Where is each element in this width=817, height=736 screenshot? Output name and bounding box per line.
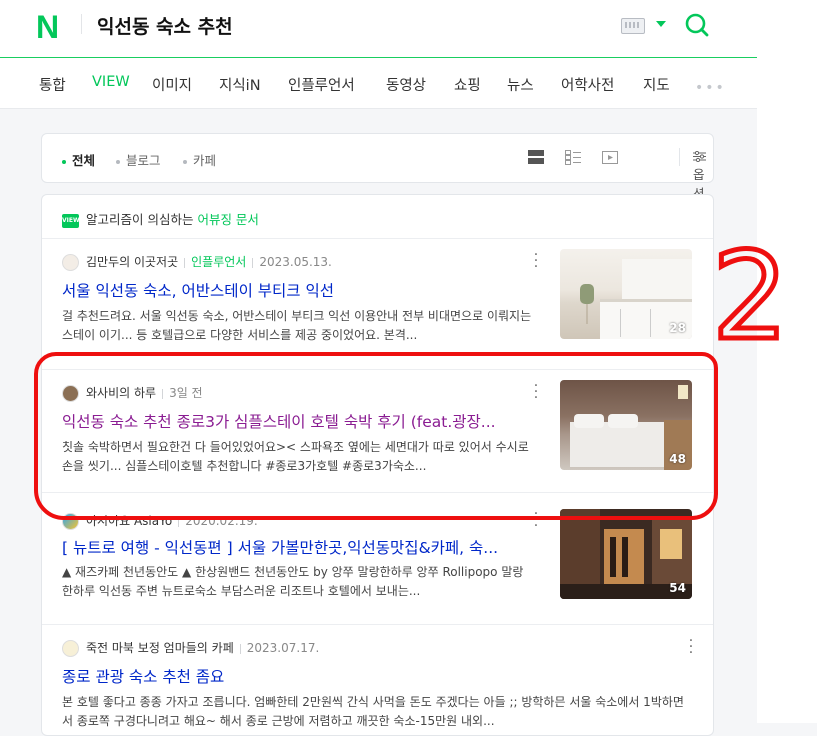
tab-images[interactable]: 이미지 xyxy=(152,74,192,95)
search-input[interactable]: 익선동 숙소 추천 xyxy=(97,12,233,39)
result-meta: 아시아요 AsiaYo 2020.02.19. xyxy=(62,512,258,530)
post-date: 2023.05.13. xyxy=(259,255,332,269)
result-meta: 김만두의 이곳저곳 인플루언서 2023.05.13. xyxy=(62,253,332,271)
naver-logo[interactable]: N xyxy=(36,9,59,46)
tab-shopping[interactable]: 쇼핑 xyxy=(454,74,481,95)
abuse-notice: VIEW 알고리즘이 의심하는 어뷰징 문서 xyxy=(62,212,259,228)
sliders-icon xyxy=(693,150,706,163)
options-divider xyxy=(679,148,680,166)
video-view-icon[interactable] xyxy=(602,150,618,165)
result-thumbnail[interactable]: 28 xyxy=(560,249,692,339)
result-title[interactable]: [ 뉴트로 여행 - 익선동편 ] 서울 가볼만한곳,익선동맛집&카페, 숙..… xyxy=(62,536,532,558)
result-title[interactable]: 종로 관광 숙소 추천 좀요 xyxy=(62,665,532,687)
search-tabs: 통합 VIEW 이미지 지식iN 인플루언서 동영상 쇼핑 뉴스 어학사전 지도… xyxy=(0,58,757,108)
view-results-card: VIEW 알고리즘이 의심하는 어뷰징 문서 김만두의 이곳저곳 인플루언서 2023… xyxy=(41,194,714,736)
result-thumbnail[interactable]: 48 xyxy=(560,380,692,470)
tab-news[interactable]: 뉴스 xyxy=(507,74,534,95)
meta-divider xyxy=(239,643,241,654)
avatar[interactable] xyxy=(62,640,79,657)
meta-divider xyxy=(184,257,186,268)
post-date: 2020.02.19. xyxy=(185,514,258,528)
filter-cafe[interactable]: 카페 xyxy=(183,150,216,169)
more-options-icon[interactable]: · · · xyxy=(687,634,695,660)
filter-all[interactable]: 전체 xyxy=(62,150,95,169)
photo-count: 54 xyxy=(669,581,686,595)
result-meta: 와사비의 하루 3일 전 xyxy=(62,384,203,402)
tab-integrated[interactable]: 통합 xyxy=(39,74,66,95)
meta-divider xyxy=(178,516,180,527)
bullet-icon xyxy=(116,159,120,164)
tab-dictionary[interactable]: 어학사전 xyxy=(561,74,614,95)
meta-divider xyxy=(252,257,254,268)
result-item: 김만두의 이곳저곳 인플루언서 2023.05.13. · · · 서울 익선동 숙소,… xyxy=(42,239,713,369)
influencer-badge[interactable]: 인플루언서 xyxy=(191,255,246,269)
search-header: N 익선동 숙소 추천 통합 VIEW 이미지 지식iN 인플루언서 동영상 쇼… xyxy=(0,0,757,108)
result-item: 와사비의 하루 3일 전 · · · 익선동 숙소 추천 종로3가 심플스테이 호텔 … xyxy=(42,370,713,500)
logo-divider xyxy=(81,14,82,34)
photo-count: 28 xyxy=(669,321,686,335)
avatar[interactable] xyxy=(62,385,79,402)
view-filter-bar: 전체 블로그 카페 옵션 xyxy=(41,133,714,201)
search-bar: N 익선동 숙소 추천 xyxy=(0,0,757,58)
photo-count: 48 xyxy=(669,452,686,466)
caret-down-icon[interactable] xyxy=(656,21,666,27)
author-name[interactable]: 김만두의 이곳저곳 xyxy=(86,255,178,269)
result-title[interactable]: 익선동 숙소 추천 종로3가 심플스테이 호텔 숙박 후기 (feat.광장..… xyxy=(62,410,532,432)
result-snippet[interactable]: 칫솔 숙박하면서 필요한건 다 들어있었어요>< 스파욕조 옆에는 세면대가 따… xyxy=(62,438,534,476)
bullet-icon xyxy=(62,159,66,164)
result-item: 아시아요 AsiaYo 2020.02.19. · · · [ 뉴트로 여행 - 익선… xyxy=(42,493,713,623)
keyboard-icon[interactable] xyxy=(621,18,645,34)
post-date: 3일 전 xyxy=(169,386,203,400)
avatar[interactable] xyxy=(62,513,79,530)
result-snippet[interactable]: 본 호텔 좋다고 종종 가자고 조릅니다. 엄빠한테 2만원씩 간식 사먹을 돈… xyxy=(62,693,692,731)
list-view-icon[interactable] xyxy=(528,150,544,165)
tab-map[interactable]: 지도 xyxy=(643,74,670,95)
view-badge: VIEW xyxy=(62,213,80,228)
bullet-icon xyxy=(183,159,187,164)
more-tabs-icon[interactable]: ••• xyxy=(695,80,726,96)
tab-knowledge-in[interactable]: 지식iN xyxy=(219,74,261,95)
author-name[interactable]: 와사비의 하루 xyxy=(86,386,156,400)
tab-video[interactable]: 동영상 xyxy=(386,74,426,95)
filter-blog[interactable]: 블로그 xyxy=(116,150,161,169)
meta-divider xyxy=(162,388,164,399)
more-options-icon[interactable]: · · · xyxy=(532,248,540,274)
author-name[interactable]: 죽전 마북 보정 엄마들의 카페 xyxy=(86,641,234,655)
result-title[interactable]: 서울 익선동 숙소, 어반스테이 부티크 익선 xyxy=(62,279,532,301)
tab-influencer[interactable]: 인플루언서 xyxy=(288,74,355,95)
post-date: 2023.07.17. xyxy=(246,641,320,655)
result-snippet[interactable]: ▲ 재즈카페 천년동안도 ▲ 한상원밴드 천년동안도 by 앙쭈 말랑한하루 앙… xyxy=(62,563,534,601)
avatar[interactable] xyxy=(62,254,79,271)
search-icon[interactable] xyxy=(684,12,710,38)
more-options-icon[interactable]: · · · xyxy=(532,379,540,405)
result-snippet[interactable]: 걸 추천드려요. 서울 익선동 숙소, 어반스테이 부티크 익선 이용안내 전부… xyxy=(62,307,534,345)
tab-view[interactable]: VIEW xyxy=(92,74,130,90)
abuse-doc-link[interactable]: 어뷰징 문서 xyxy=(197,212,258,227)
header-shadow xyxy=(0,108,757,109)
result-meta: 죽전 마북 보정 엄마들의 카페 2023.07.17. xyxy=(62,639,319,657)
result-item: 죽전 마북 보정 엄마들의 카페 2023.07.17. · · · 종로 관광 숙소… xyxy=(42,625,713,735)
author-name[interactable]: 아시아요 AsiaYo xyxy=(86,514,172,528)
result-thumbnail[interactable]: 54 xyxy=(560,509,692,599)
thumbnail-list-icon[interactable] xyxy=(565,150,581,165)
more-options-icon[interactable]: · · · xyxy=(532,507,540,533)
right-margin xyxy=(757,0,817,723)
